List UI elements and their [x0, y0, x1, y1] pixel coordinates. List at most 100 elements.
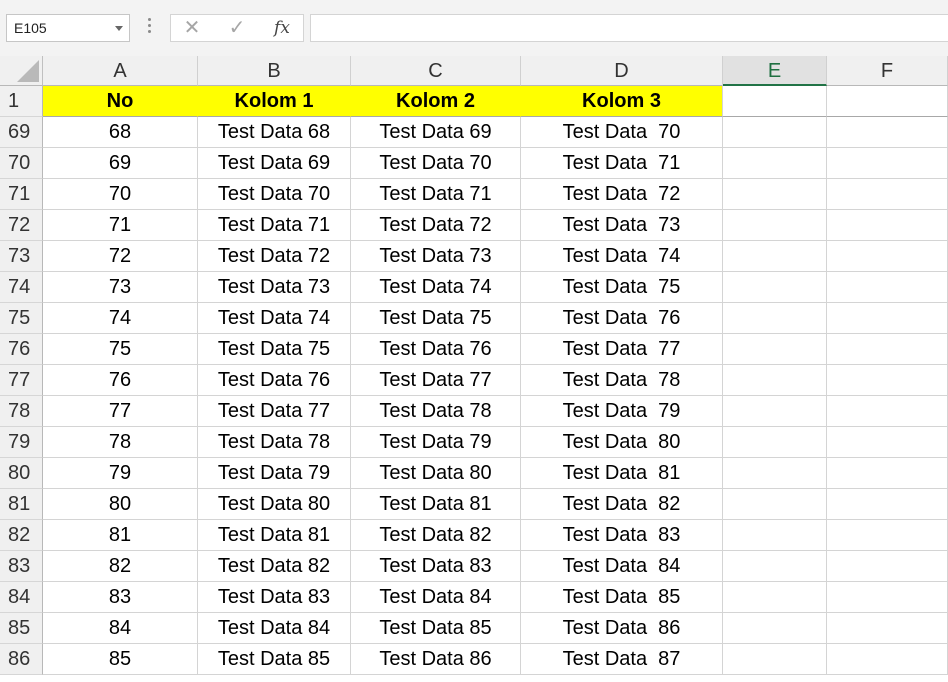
cell-b69[interactable]: Test Data 68 — [198, 117, 351, 148]
cell-f72[interactable] — [827, 210, 948, 241]
chevron-down-icon[interactable] — [115, 26, 123, 31]
cell-e71[interactable] — [723, 179, 827, 210]
cell-d69[interactable]: Test Data 70 — [521, 117, 723, 148]
cell-b77[interactable]: Test Data 76 — [198, 365, 351, 396]
cell-a81[interactable]: 80 — [43, 489, 198, 520]
cell-e85[interactable] — [723, 613, 827, 644]
cell-f83[interactable] — [827, 551, 948, 582]
cell-c71[interactable]: Test Data 71 — [351, 179, 521, 210]
cell-b83[interactable]: Test Data 82 — [198, 551, 351, 582]
cell-f81[interactable] — [827, 489, 948, 520]
cell-f84[interactable] — [827, 582, 948, 613]
cell-a74[interactable]: 73 — [43, 272, 198, 303]
row-header-83[interactable]: 83 — [0, 551, 43, 582]
column-header-b[interactable]: B — [198, 56, 351, 86]
cell-a77[interactable]: 76 — [43, 365, 198, 396]
row-header-1[interactable]: 1 — [0, 86, 43, 117]
cell-a75[interactable]: 74 — [43, 303, 198, 334]
cell-d79[interactable]: Test Data 80 — [521, 427, 723, 458]
cell-d71[interactable]: Test Data 72 — [521, 179, 723, 210]
cell-f80[interactable] — [827, 458, 948, 489]
cell-b78[interactable]: Test Data 77 — [198, 396, 351, 427]
row-header-76[interactable]: 76 — [0, 334, 43, 365]
cell-c78[interactable]: Test Data 78 — [351, 396, 521, 427]
cell-f70[interactable] — [827, 148, 948, 179]
cell-f1[interactable] — [827, 86, 948, 117]
cell-b79[interactable]: Test Data 78 — [198, 427, 351, 458]
formula-input[interactable] — [310, 14, 948, 42]
cell-f85[interactable] — [827, 613, 948, 644]
row-header-71[interactable]: 71 — [0, 179, 43, 210]
cell-b84[interactable]: Test Data 83 — [198, 582, 351, 613]
cell-b71[interactable]: Test Data 70 — [198, 179, 351, 210]
row-header-85[interactable]: 85 — [0, 613, 43, 644]
cell-d77[interactable]: Test Data 78 — [521, 365, 723, 396]
cell-a69[interactable]: 68 — [43, 117, 198, 148]
cell-b70[interactable]: Test Data 69 — [198, 148, 351, 179]
row-header-72[interactable]: 72 — [0, 210, 43, 241]
cell-a83[interactable]: 82 — [43, 551, 198, 582]
cell-d83[interactable]: Test Data 84 — [521, 551, 723, 582]
cell-c72[interactable]: Test Data 72 — [351, 210, 521, 241]
cell-b86[interactable]: Test Data 85 — [198, 644, 351, 675]
cell-e81[interactable] — [723, 489, 827, 520]
cell-f69[interactable] — [827, 117, 948, 148]
cell-f73[interactable] — [827, 241, 948, 272]
cell-f78[interactable] — [827, 396, 948, 427]
cell-e1[interactable] — [723, 86, 827, 117]
cell-d80[interactable]: Test Data 81 — [521, 458, 723, 489]
cell-d70[interactable]: Test Data 71 — [521, 148, 723, 179]
column-header-d[interactable]: D — [521, 56, 723, 86]
cell-e86[interactable] — [723, 644, 827, 675]
cell-a78[interactable]: 77 — [43, 396, 198, 427]
insert-function-icon[interactable]: fx — [267, 17, 297, 39]
row-header-78[interactable]: 78 — [0, 396, 43, 427]
cell-d85[interactable]: Test Data 86 — [521, 613, 723, 644]
row-header-74[interactable]: 74 — [0, 272, 43, 303]
cell-a76[interactable]: 75 — [43, 334, 198, 365]
cell-a86[interactable]: 85 — [43, 644, 198, 675]
column-header-e[interactable]: E — [723, 56, 827, 86]
cancel-icon[interactable]: ✕ — [177, 17, 207, 39]
cell-a84[interactable]: 83 — [43, 582, 198, 613]
cell-a73[interactable]: 72 — [43, 241, 198, 272]
row-header-86[interactable]: 86 — [0, 644, 43, 675]
cell-b74[interactable]: Test Data 73 — [198, 272, 351, 303]
cell-e73[interactable] — [723, 241, 827, 272]
row-header-75[interactable]: 75 — [0, 303, 43, 334]
row-header-84[interactable]: 84 — [0, 582, 43, 613]
cell-b80[interactable]: Test Data 79 — [198, 458, 351, 489]
cell-e82[interactable] — [723, 520, 827, 551]
cell-c74[interactable]: Test Data 74 — [351, 272, 521, 303]
cell-a82[interactable]: 81 — [43, 520, 198, 551]
cell-d81[interactable]: Test Data 82 — [521, 489, 723, 520]
row-header-79[interactable]: 79 — [0, 427, 43, 458]
cell-c79[interactable]: Test Data 79 — [351, 427, 521, 458]
name-box[interactable]: E105 — [6, 14, 130, 42]
cell-d76[interactable]: Test Data 77 — [521, 334, 723, 365]
cell-b1[interactable]: Kolom 1 — [198, 86, 351, 117]
cell-a80[interactable]: 79 — [43, 458, 198, 489]
cell-e77[interactable] — [723, 365, 827, 396]
cell-a71[interactable]: 70 — [43, 179, 198, 210]
cell-d82[interactable]: Test Data 83 — [521, 520, 723, 551]
row-header-69[interactable]: 69 — [0, 117, 43, 148]
cell-f71[interactable] — [827, 179, 948, 210]
cell-e74[interactable] — [723, 272, 827, 303]
cell-e79[interactable] — [723, 427, 827, 458]
cell-c81[interactable]: Test Data 81 — [351, 489, 521, 520]
cell-b75[interactable]: Test Data 74 — [198, 303, 351, 334]
select-all-corner[interactable] — [0, 56, 43, 86]
cell-b76[interactable]: Test Data 75 — [198, 334, 351, 365]
cell-d74[interactable]: Test Data 75 — [521, 272, 723, 303]
cell-f82[interactable] — [827, 520, 948, 551]
cell-f79[interactable] — [827, 427, 948, 458]
cell-f86[interactable] — [827, 644, 948, 675]
cell-c84[interactable]: Test Data 84 — [351, 582, 521, 613]
cell-a70[interactable]: 69 — [43, 148, 198, 179]
cell-d75[interactable]: Test Data 76 — [521, 303, 723, 334]
cell-f77[interactable] — [827, 365, 948, 396]
row-header-81[interactable]: 81 — [0, 489, 43, 520]
cell-c76[interactable]: Test Data 76 — [351, 334, 521, 365]
cell-b82[interactable]: Test Data 81 — [198, 520, 351, 551]
